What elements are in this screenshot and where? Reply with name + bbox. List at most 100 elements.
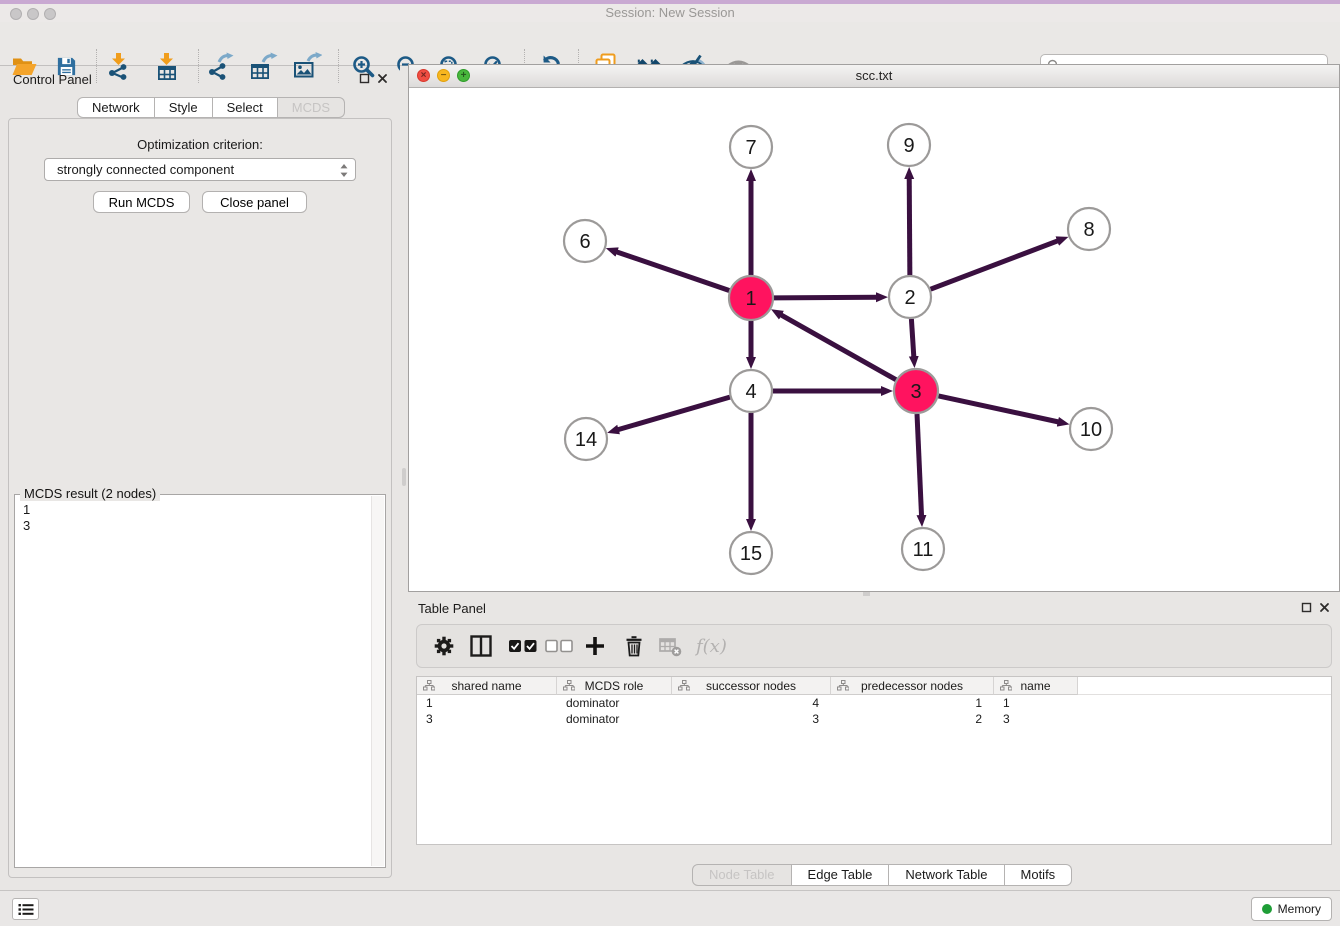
table-cell[interactable]: 2 [831, 711, 994, 727]
tab-network-table[interactable]: Network Table [889, 864, 1004, 886]
control-panel: Control Panel NetworkStyleSelectMCDS Opt… [0, 66, 400, 890]
graph-edge-3-1[interactable] [781, 315, 896, 380]
table-panel: Table Panel f(x) shared nameMCDS rolesuc… [408, 596, 1340, 890]
svg-text:7: 7 [745, 137, 756, 159]
column-header-successor-nodes[interactable]: successor nodes [672, 677, 831, 695]
memory-button[interactable]: Memory [1251, 897, 1332, 921]
deselect-all-icon[interactable] [545, 639, 573, 653]
graph-node-14[interactable]: 14 [565, 418, 607, 460]
column-header-name[interactable]: name [994, 677, 1078, 695]
svg-text:1: 1 [745, 288, 756, 310]
graph-edge-2-9[interactable] [909, 178, 910, 275]
select-all-icon[interactable] [508, 638, 538, 654]
close-table-panel-icon[interactable] [1319, 602, 1330, 613]
status-bar: Memory [0, 890, 1340, 926]
graph-edge-2-3[interactable] [911, 319, 913, 357]
node-table: shared nameMCDS rolesuccessor nodesprede… [416, 676, 1332, 845]
graph-node-2[interactable]: 2 [889, 276, 931, 318]
svg-text:11: 11 [913, 539, 934, 561]
tab-select[interactable]: Select [213, 97, 278, 118]
app-titlebar: Session: New Session [0, 0, 1340, 22]
criterion-select[interactable]: strongly connected component [44, 158, 356, 181]
svg-text:15: 15 [740, 543, 762, 565]
table-cell[interactable]: 3 [417, 711, 557, 727]
function-icon[interactable]: f(x) [695, 634, 729, 658]
svg-text:14: 14 [575, 429, 597, 451]
network-canvas[interactable]: 7 9 6 8 1 2 4 3 14 10 15 11 [409, 89, 1339, 591]
network-graph: 7 9 6 8 1 2 4 3 14 10 15 11 [409, 89, 1339, 592]
mcds-result-lines[interactable]: 13 [15, 495, 385, 541]
vertical-splitter[interactable] [400, 66, 408, 890]
table-body: 1dominator4113dominator323 [417, 695, 1331, 727]
tab-network[interactable]: Network [77, 97, 155, 118]
criterion-value: strongly connected component [57, 162, 234, 177]
graph-node-15[interactable]: 15 [730, 532, 772, 574]
svg-text:4: 4 [745, 381, 756, 403]
close-panel-button[interactable]: Close panel [202, 191, 307, 213]
result-line: 3 [23, 518, 377, 534]
result-line: 1 [23, 502, 377, 518]
graph-edge-1-6[interactable] [616, 252, 729, 291]
columns-icon[interactable] [469, 634, 493, 658]
svg-text:3: 3 [910, 381, 921, 403]
graph-node-7[interactable]: 7 [730, 126, 772, 168]
mcds-result-box: MCDS result (2 nodes) 13 [14, 494, 386, 868]
optimization-criterion-label: Optimization criterion: [0, 137, 400, 152]
table-cell[interactable]: 3 [994, 711, 1078, 727]
graph-node-1[interactable]: 1 [729, 276, 773, 320]
graph-edge-2-8[interactable] [931, 241, 1059, 289]
float-panel-icon[interactable] [359, 73, 370, 84]
table-cell[interactable]: 1 [417, 695, 557, 711]
svg-text:9: 9 [903, 135, 914, 157]
table-row[interactable]: 1dominator411 [417, 695, 1331, 711]
table-panel-title: Table Panel [418, 601, 486, 616]
svg-text:2: 2 [904, 287, 915, 309]
close-panel-icon[interactable] [377, 73, 388, 84]
main-toolbar [0, 22, 1340, 66]
graph-node-6[interactable]: 6 [564, 220, 606, 262]
graph-node-9[interactable]: 9 [888, 124, 930, 166]
memory-label: Memory [1278, 902, 1321, 916]
graph-node-8[interactable]: 8 [1068, 208, 1110, 250]
trash-icon[interactable] [623, 634, 645, 658]
network-title: scc.txt [409, 68, 1339, 83]
task-history-button[interactable] [12, 898, 39, 920]
tab-mcds[interactable]: MCDS [278, 97, 345, 118]
table-cell[interactable]: 3 [672, 711, 831, 727]
tab-node-table[interactable]: Node Table [692, 864, 792, 886]
table-cell[interactable]: 1 [831, 695, 994, 711]
result-scrollbar[interactable] [371, 496, 384, 866]
gear-icon[interactable] [433, 635, 455, 657]
float-table-panel-icon[interactable] [1301, 602, 1312, 613]
network-window-titlebar[interactable]: × − + scc.txt [409, 65, 1339, 88]
delete-table-icon[interactable] [658, 635, 682, 657]
svg-text:10: 10 [1080, 419, 1102, 441]
table-cell[interactable]: 1 [994, 695, 1078, 711]
tab-motifs[interactable]: Motifs [1005, 864, 1073, 886]
tab-style[interactable]: Style [155, 97, 213, 118]
graph-node-3[interactable]: 3 [894, 369, 938, 413]
graph-edge-3-10[interactable] [938, 396, 1058, 422]
table-toolbar: f(x) [416, 624, 1332, 668]
column-header-mcds-role[interactable]: MCDS role [557, 677, 672, 695]
table-cell[interactable]: dominator [557, 711, 672, 727]
column-header-shared-name[interactable]: shared name [417, 677, 557, 695]
graph-node-4[interactable]: 4 [730, 370, 772, 412]
run-mcds-button[interactable]: Run MCDS [93, 191, 190, 213]
tab-edge-table[interactable]: Edge Table [792, 864, 890, 886]
graph-node-11[interactable]: 11 [902, 528, 944, 570]
column-header-predecessor-nodes[interactable]: predecessor nodes [831, 677, 994, 695]
network-window: × − + scc.txt 7 9 6 8 1 2 4 3 14 10 15 11 [408, 64, 1340, 592]
table-row[interactable]: 3dominator323 [417, 711, 1331, 727]
table-cell[interactable]: dominator [557, 695, 672, 711]
control-panel-title: Control Panel [13, 72, 92, 87]
table-tabs: Node TableEdge TableNetwork TableMotifs [692, 864, 1072, 886]
graph-node-10[interactable]: 10 [1070, 408, 1112, 450]
add-column-icon[interactable] [584, 635, 606, 657]
graph-edge-1-2[interactable] [774, 297, 877, 298]
graph-edge-3-11[interactable] [917, 414, 922, 516]
table-cell[interactable]: 4 [672, 695, 831, 711]
list-icon [18, 903, 34, 916]
control-panel-tabs: NetworkStyleSelectMCDS [77, 97, 345, 118]
graph-edge-4-14[interactable] [618, 397, 730, 430]
